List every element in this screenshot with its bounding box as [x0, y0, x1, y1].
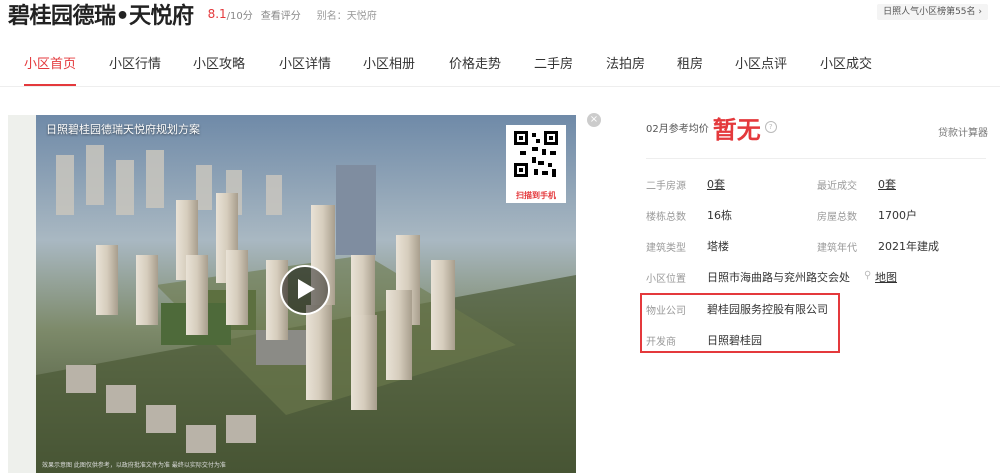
plan-title: 日照碧桂园德瑞天悦府规划方案: [46, 123, 200, 136]
price-row: 02月参考均价 暂无 ?: [646, 110, 777, 144]
tab-second-hand[interactable]: 二手房: [534, 46, 573, 84]
view-score-link[interactable]: 查看评分: [261, 7, 301, 22]
qr-label: 扫描到手机: [516, 191, 556, 200]
tab-deals[interactable]: 小区成交: [820, 46, 872, 84]
second-hand-label: 二手房源: [646, 181, 686, 192]
close-icon[interactable]: ×: [587, 113, 601, 127]
qr-code-icon: [512, 129, 560, 179]
year-value: 2021年建成: [878, 240, 939, 253]
title-row: 碧桂园德瑞•天悦府 8.1 /10分 查看评分 别名：天悦府: [8, 0, 377, 29]
type-label: 建筑类型: [646, 243, 686, 254]
second-hand-value[interactable]: 0套: [707, 176, 725, 192]
media-left-strip: [8, 115, 36, 473]
year-label: 建筑年代: [817, 243, 857, 254]
location-label: 小区位置: [646, 274, 686, 285]
tab-album[interactable]: 小区相册: [363, 46, 415, 84]
alias-text: 别名：天悦府: [316, 10, 377, 22]
map-pin-icon: ⚲: [864, 270, 872, 281]
tab-auction[interactable]: 法拍房: [606, 46, 645, 84]
tab-nav: 小区首页 小区行情 小区攻略 小区详情 小区相册 价格走势 二手房 法拍房 租房…: [0, 46, 1000, 87]
score-value: 8.1: [207, 7, 227, 21]
tab-home[interactable]: 小区首页: [24, 46, 77, 86]
houses-value: 1700户: [878, 209, 917, 222]
price-value: 暂无: [712, 115, 761, 144]
buildings-label: 楼栋总数: [646, 212, 686, 223]
buildings-value: 16栋: [707, 209, 732, 222]
loan-calculator-link[interactable]: 贷款计算器: [938, 124, 988, 139]
tab-price-trend[interactable]: 价格走势: [449, 46, 501, 84]
rank-badge[interactable]: 日照人气小区榜第55名 ›: [877, 4, 988, 20]
location-value: 日照市海曲路与兖州路交会处: [707, 271, 850, 284]
recent-deal-value[interactable]: 0套: [878, 176, 896, 192]
tab-reviews[interactable]: 小区点评: [735, 46, 787, 84]
tab-rent[interactable]: 租房: [677, 46, 703, 84]
page-title: 碧桂园德瑞•天悦府: [8, 4, 194, 29]
divider: [646, 158, 986, 159]
houses-label: 房屋总数: [817, 212, 857, 223]
tab-market[interactable]: 小区行情: [109, 46, 161, 84]
info-icon[interactable]: ?: [764, 121, 777, 133]
recent-deal-label: 最近成交: [817, 181, 857, 192]
tab-details[interactable]: 小区详情: [279, 46, 331, 84]
type-value: 塔楼: [707, 240, 729, 253]
map-link[interactable]: 地图: [875, 269, 897, 285]
image-footnote: 效果示意图 此图仅供参考，以政府批准文件为准 最终以实际交付为准: [42, 462, 226, 469]
play-video-button[interactable]: [280, 265, 330, 315]
qr-code-card[interactable]: 扫描到手机: [506, 125, 566, 203]
price-label: 02月参考均价: [646, 123, 709, 135]
play-icon: [298, 279, 315, 299]
score-unit: /10分: [226, 10, 253, 22]
highlight-box: [640, 293, 840, 353]
tab-guide[interactable]: 小区攻略: [193, 46, 245, 84]
